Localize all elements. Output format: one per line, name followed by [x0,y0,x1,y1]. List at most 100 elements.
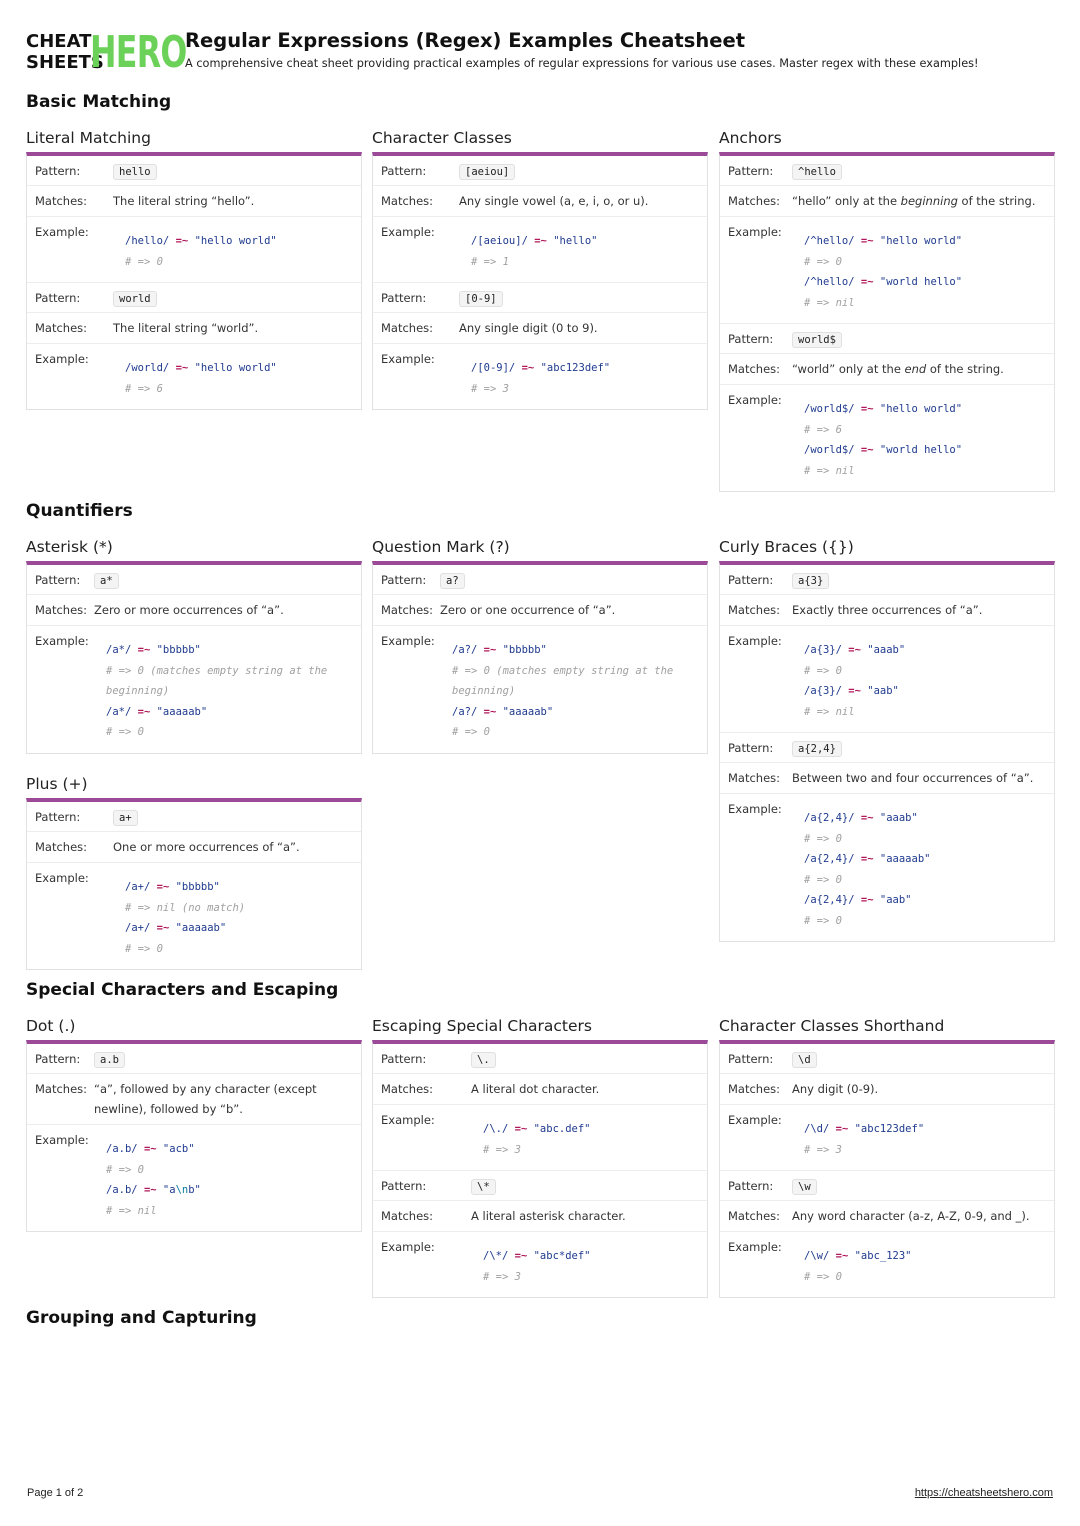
code-statement-line: /hello/ =~ "hello world" [125,231,351,252]
code-operator: =~ [521,362,535,374]
card-title: Curly Braces ({}) [719,538,854,556]
code-string: "hello" [553,235,598,247]
code-statement-line: /[aeiou]/ =~ "hello" [471,231,697,252]
cheatsheetshero-logo[interactable]: CHEAT SHEETS HERO [26,28,187,76]
code-comment-line: # => 0 [804,661,1044,682]
example-row: Example: /a{2,4}/ =~ "aaab" # => 0/a{2,4}/… [720,794,1054,941]
pattern-code: hello [113,163,157,180]
code-string: "bbbbb" [156,644,201,656]
code-comment-line: # => 0 (matches empty string at the begi… [452,661,697,702]
code-regex: /a*/ [106,705,132,718]
code-string: "abc123def" [540,362,611,374]
matches-row: Matches: A literal dot character. [373,1074,707,1105]
code-comment-line: # => 3 [483,1267,697,1288]
card-title: Anchors [719,129,782,147]
matches-label: Matches: [381,321,434,335]
code-operator: =~ [860,403,874,415]
matches-label: Matches: [381,194,434,208]
pattern-label: Pattern: [35,290,81,305]
pattern-row: Pattern: a.b [27,1044,361,1074]
code-string: "aaaaab" [879,853,931,865]
code-regex: /\./ [483,1123,509,1135]
matches-label: Matches: [728,1209,781,1223]
example-code: /hello/ =~ "hello world" # => 0 [113,224,361,272]
example-label: Example: [35,634,89,648]
example-code: /^hello/ =~ "hello world" # => 0 /^hello/ … [792,224,1054,313]
matches-value: A literal asterisk character. [471,1209,626,1223]
pattern-row: Pattern: world [27,283,361,313]
example-label: Example: [35,871,89,885]
matches-value: Zero or one occurrence of “a”. [440,603,616,617]
code-comment-line: # => 0 [106,722,351,743]
code-comment-line: # => 0 [106,1160,351,1181]
code-statement-line: /a.b/ =~ "a\nb" [106,1180,351,1201]
pattern-value: a{3} [792,570,1054,590]
code-regex: /a.b/ [106,1143,138,1155]
code-statement-line: /a{3}/ =~ "aab" [804,681,1044,702]
code-comment: # => 6 [804,423,842,436]
card-body: Pattern: a+ Matches: One or more occurrence… [26,798,362,970]
matches-text-emphasis: beginning [900,194,958,208]
example-row: Example: /\d/ =~ "abc123def" # => 3 [720,1105,1054,1171]
code-string: "abc*def" [533,1250,591,1262]
pattern-value: world$ [792,329,1054,349]
pattern-code: ^hello [792,163,842,180]
example-label: Example: [728,1113,782,1127]
code-comment-line: # => 0 [804,870,1044,891]
pattern-code: \. [471,1051,496,1068]
pattern-label: Pattern: [728,572,774,587]
example-row: Example: /a*/ =~ "bbbbb" # => 0 (matches e… [27,626,361,753]
code-comment: # => 0 [125,942,163,955]
pattern-row: Pattern: \d [720,1044,1054,1074]
code-comment: # => nil [804,296,855,309]
matches-row: Matches: “hello” only at the beginning of… [720,186,1054,217]
pattern-code: a{2,4} [792,740,842,757]
matches-row: Matches: “world” only at the end of the s… [720,354,1054,385]
code-string: "bbbbb" [502,644,547,656]
code-regex: /^hello/ [804,276,855,288]
code-operator: =~ [483,644,497,656]
code-regex: /\d/ [804,1123,830,1135]
pattern-value: \d [792,1049,1054,1069]
example-code: /\d/ =~ "abc123def" # => 3 [792,1112,1054,1160]
code-comment: # => 3 [804,1143,842,1156]
code-regex: /hello/ [125,235,170,247]
matches-text-pre: “world” only at the [792,362,905,376]
pattern-value: \. [471,1049,707,1069]
code-regex: /\w/ [804,1250,830,1262]
matches-value: Exactly three occurrences of “a”. [792,603,983,617]
code-comment-line: # => 0 [125,252,351,273]
site-link[interactable]: https://cheatsheetshero.com [915,1487,1053,1499]
pattern-code: a.b [94,1051,125,1068]
example-row: Example: /a?/ =~ "bbbbb" # => 0 (matches e… [373,626,707,753]
matches-label: Matches: [35,1082,88,1096]
card-dot: Dot (.) Pattern: a.b Matches: “a”, followed … [26,1016,362,1232]
code-regex: /a*/ [106,644,132,656]
pattern-label: Pattern: [728,163,774,178]
pattern-row: Pattern: [aeiou] [373,156,707,186]
code-operator: =~ [514,1123,528,1135]
pattern-value: ^hello [792,161,1054,181]
code-comment-line: # => nil (no match) [125,898,351,919]
code-comment-line: # => 6 [804,420,1044,441]
section-title-special-characters: Special Characters and Escaping [26,980,339,1000]
pattern-value: hello [113,161,361,181]
code-string: "bbbbb" [175,881,220,893]
matches-row: Matches: Any single vowel (a, e, i, o, or… [373,186,707,217]
card-character-classes: Character Classes Pattern: [aeiou] Matches:… [372,128,708,410]
pattern-code: a{3} [792,572,830,589]
code-statement-line: /^hello/ =~ "world hello" [804,272,1044,293]
example-label: Example: [728,1240,782,1254]
pattern-label: Pattern: [728,1178,774,1193]
matches-value: Any single digit (0 to 9). [459,321,598,335]
example-label: Example: [728,393,782,407]
matches-row: Matches: Any digit (0-9). [720,1074,1054,1105]
code-string: "hello world" [194,235,277,247]
example-code: /a{2,4}/ =~ "aaab" # => 0/a{2,4}/ =~ "aaa… [792,801,1054,931]
page-number: Page 1 of 2 [27,1487,84,1499]
example-code: /\./ =~ "abc.def" # => 3 [471,1112,707,1160]
pattern-row: Pattern: \w [720,1171,1054,1201]
matches-value: The literal string “hello”. [113,194,255,208]
code-statement-line: /\./ =~ "abc.def" [483,1119,697,1140]
pattern-row: Pattern: a{3} [720,565,1054,595]
